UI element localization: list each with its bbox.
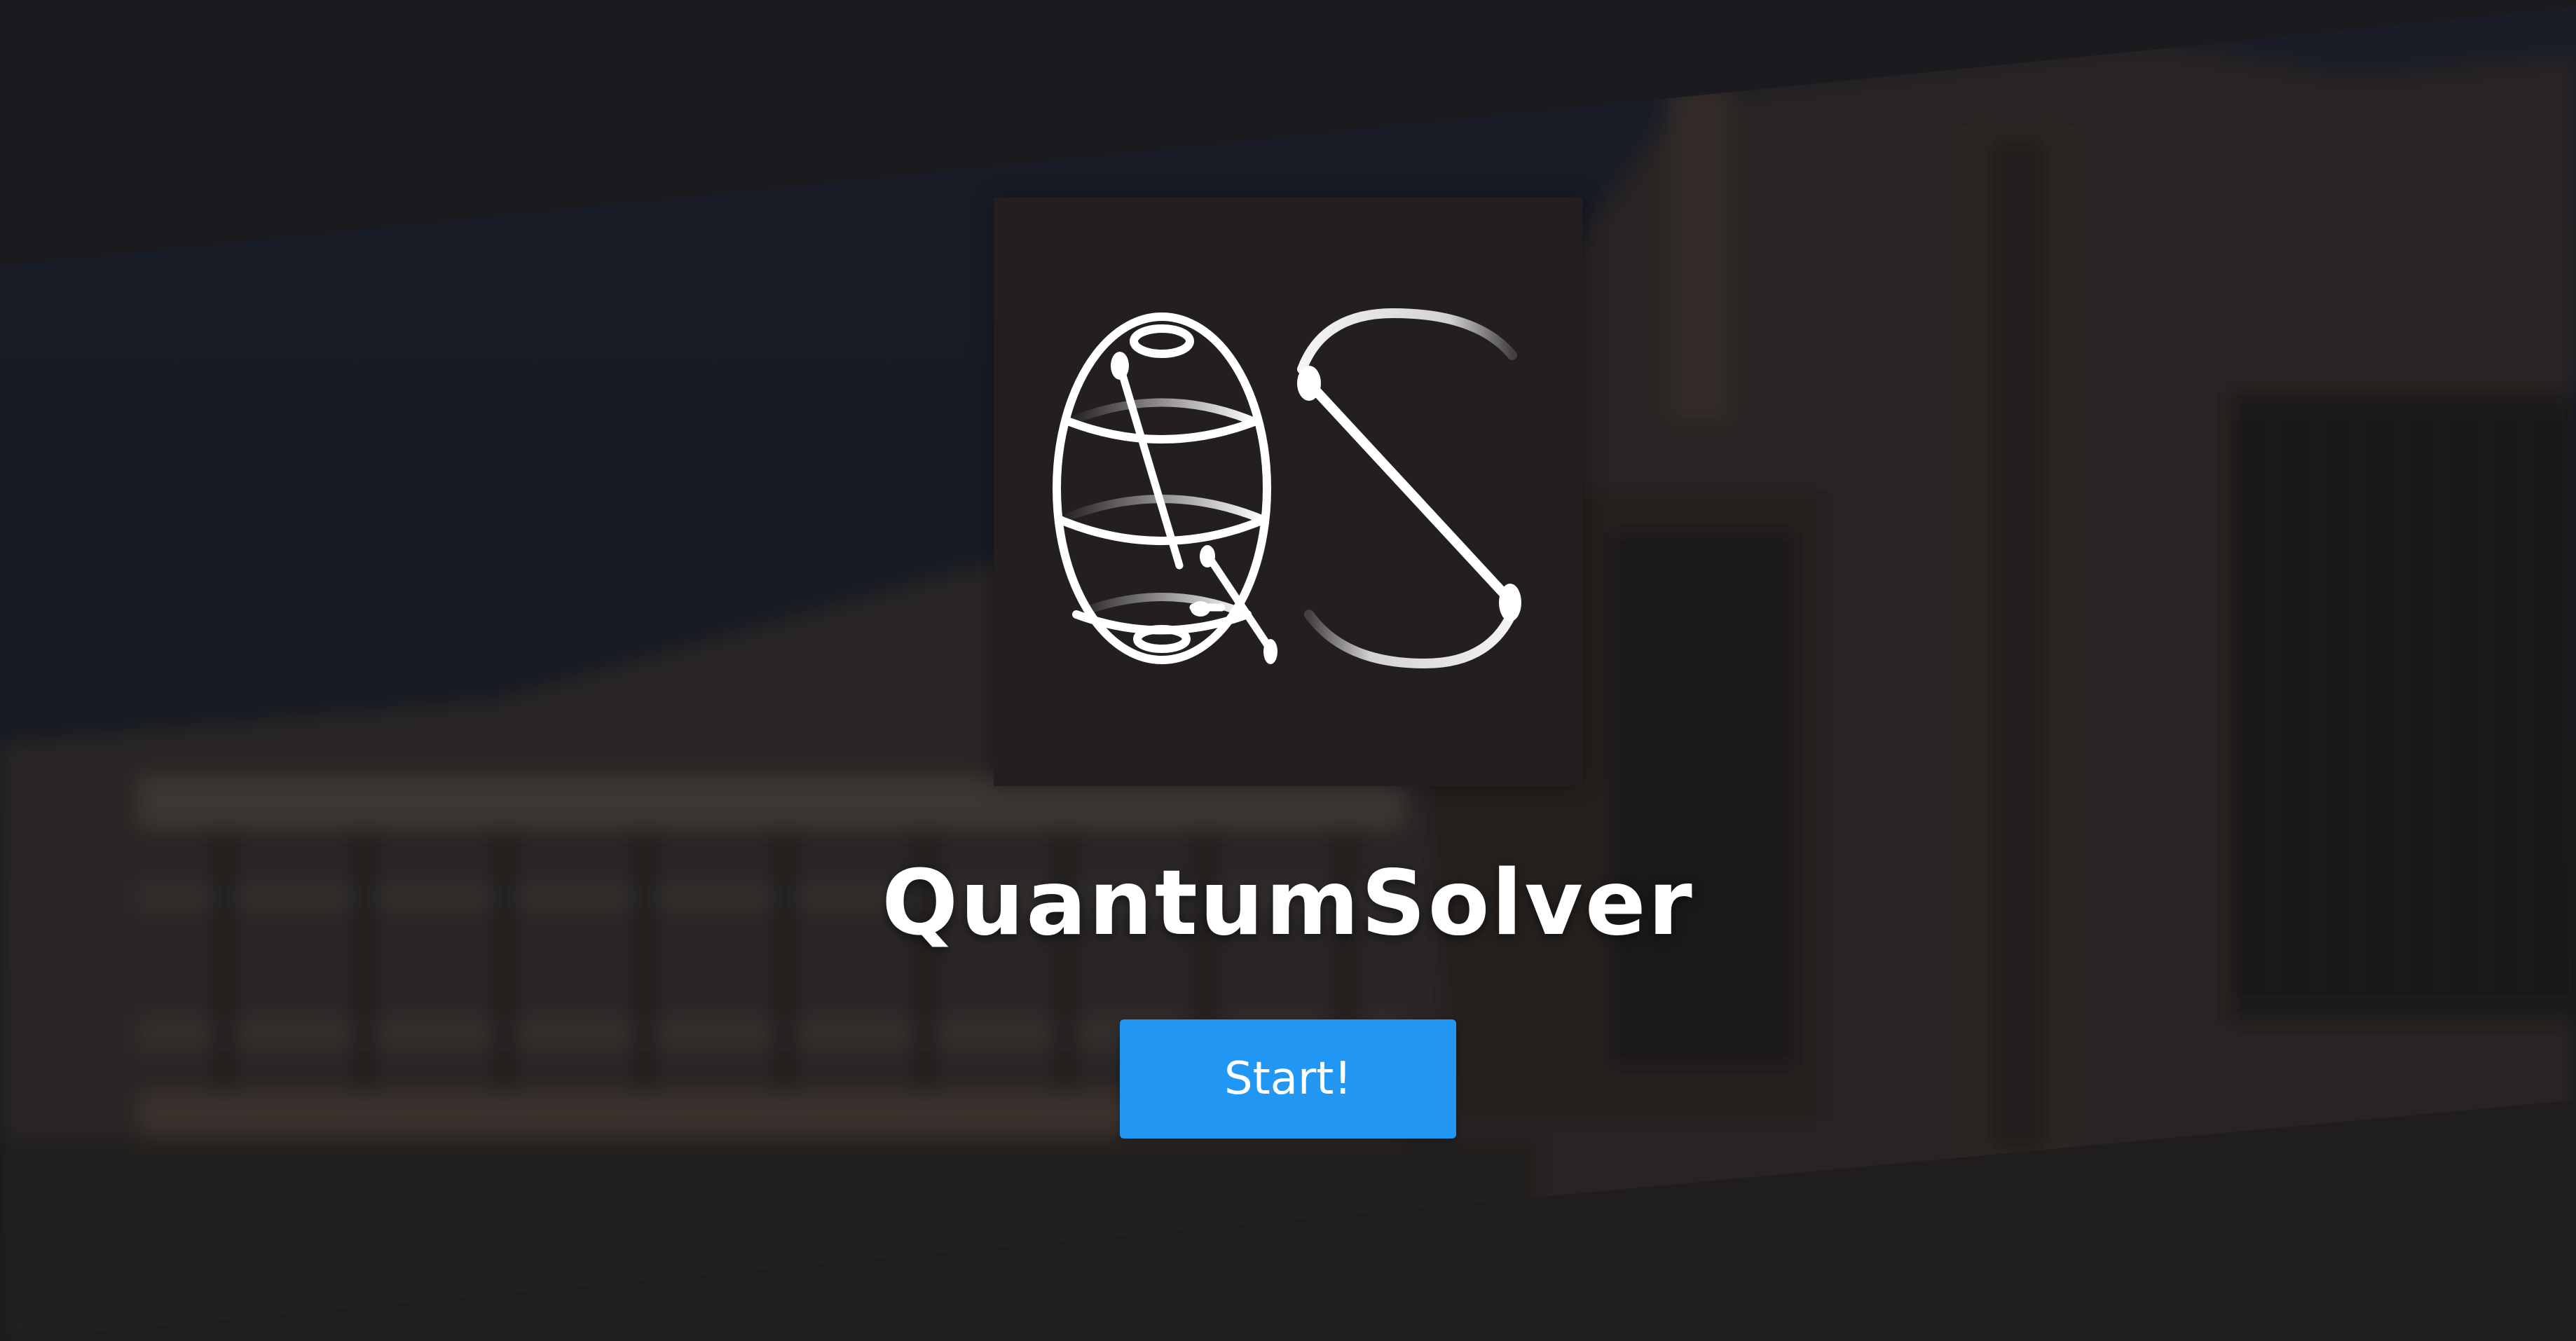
start-button[interactable]: Start! xyxy=(1120,1019,1456,1139)
app-title: QuantumSolver xyxy=(882,851,1694,956)
landing-page: QuantumSolver Start! xyxy=(0,0,2576,1341)
quantumsolver-logo xyxy=(994,198,1582,786)
hero: QuantumSolver Start! xyxy=(0,0,2576,1341)
logo-monogram-qs-icon xyxy=(1053,308,1521,669)
